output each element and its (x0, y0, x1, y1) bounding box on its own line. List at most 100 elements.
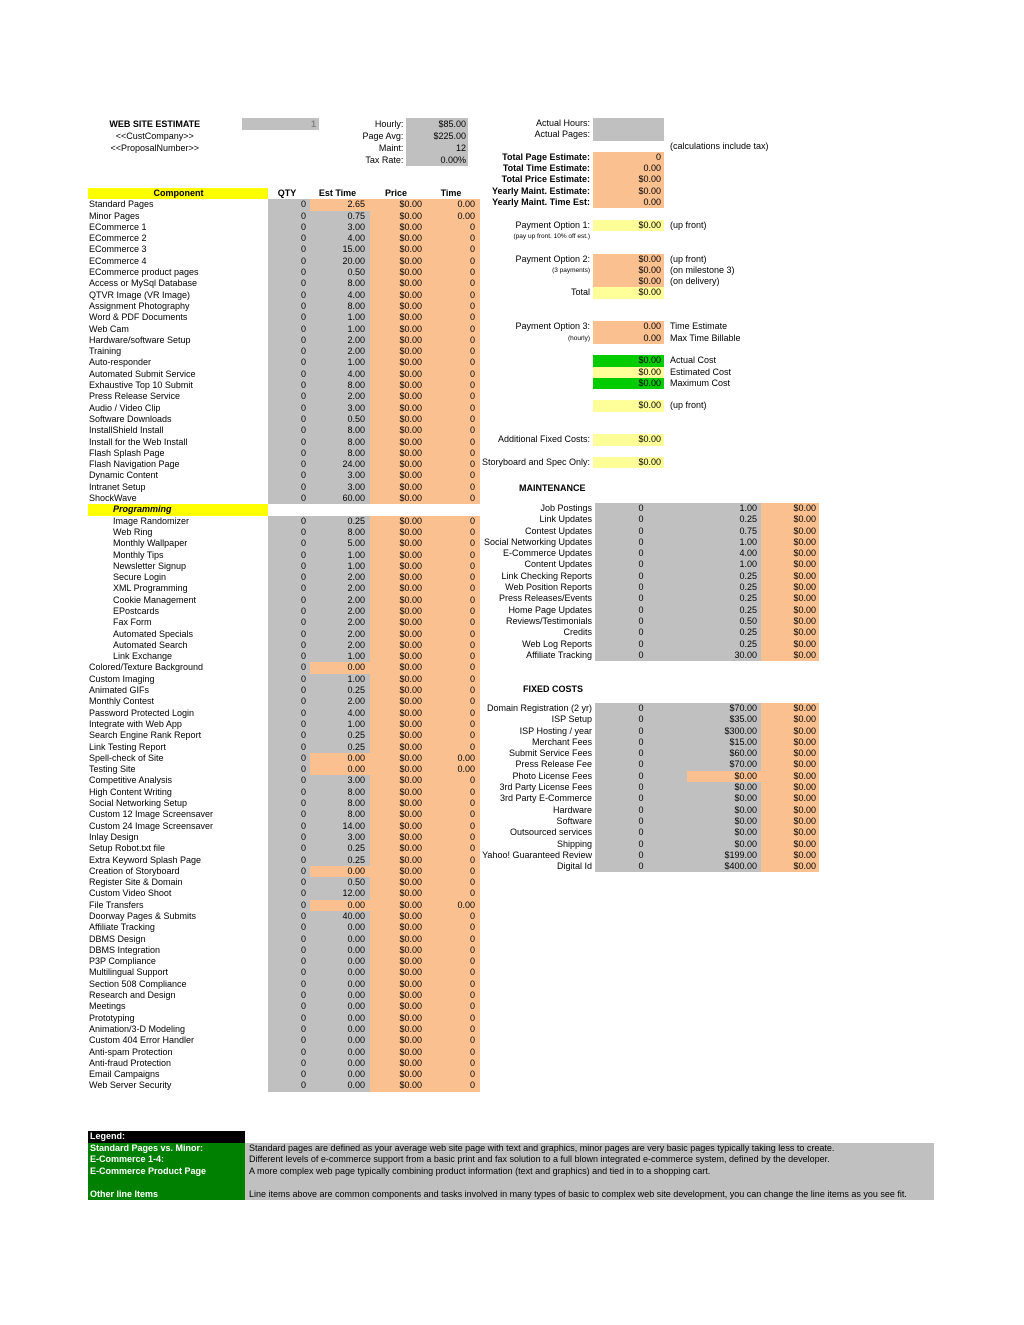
component-est-time[interactable]: 0.00 (310, 1001, 370, 1013)
component-est-time[interactable]: 1.00 (310, 357, 370, 369)
component-qty[interactable]: 0 (268, 707, 310, 719)
component-est-time[interactable]: 0.00 (310, 752, 370, 765)
component-qty[interactable]: 0 (268, 662, 310, 674)
component-qty[interactable]: 0 (268, 865, 310, 878)
component-est-time[interactable]: 24.00 (310, 459, 370, 471)
component-qty[interactable]: 0 (268, 854, 310, 866)
component-est-time[interactable]: 1.00 (310, 312, 370, 324)
maintenance-rate[interactable]: 30.00 (687, 649, 761, 662)
component-qty[interactable]: 0 (268, 933, 310, 945)
fixed-cost-qty[interactable]: 0 (595, 861, 687, 873)
component-qty[interactable]: 0 (268, 199, 310, 211)
fixed-cost-rate[interactable]: $60.00 (687, 748, 761, 760)
component-qty[interactable]: 0 (268, 515, 310, 527)
maintenance-qty[interactable]: 0 (595, 615, 687, 628)
component-est-time[interactable]: 0.50 (310, 413, 370, 426)
fixed-cost-rate[interactable]: $35.00 (687, 714, 761, 726)
component-qty[interactable]: 0 (268, 775, 310, 787)
component-est-time[interactable]: 3.00 (310, 221, 370, 234)
maintenance-qty[interactable]: 0 (595, 536, 687, 549)
component-qty[interactable]: 0 (268, 639, 310, 652)
component-est-time[interactable]: 8.00 (310, 300, 370, 313)
fixed-cost-rate[interactable]: $0.00 (687, 815, 761, 828)
component-est-time[interactable]: 60.00 (310, 493, 370, 505)
component-qty[interactable]: 0 (268, 718, 310, 731)
component-est-time[interactable]: 8.00 (310, 526, 370, 539)
component-est-time[interactable]: 0.00 (310, 922, 370, 934)
component-qty[interactable]: 0 (268, 470, 310, 482)
component-qty[interactable]: 0 (268, 651, 310, 663)
component-qty[interactable]: 0 (268, 1080, 310, 1092)
component-qty[interactable]: 0 (268, 685, 310, 697)
component-qty[interactable]: 0 (268, 1069, 310, 1081)
component-est-time[interactable]: 2.00 (310, 617, 370, 629)
fixed-cost-qty[interactable]: 0 (595, 827, 687, 839)
rate-value-hourly[interactable]: $85.00 (406, 118, 468, 130)
component-qty[interactable]: 0 (268, 831, 310, 844)
maintenance-qty[interactable]: 0 (595, 548, 687, 560)
component-qty[interactable]: 0 (268, 786, 310, 799)
maintenance-rate[interactable]: 0.25 (687, 514, 761, 526)
additional-fixed-costs-value[interactable]: $0.00 (593, 434, 664, 446)
component-est-time[interactable]: 0.00 (310, 1057, 370, 1070)
component-qty[interactable]: 0 (268, 1001, 310, 1013)
component-qty[interactable]: 0 (268, 594, 310, 606)
fixed-cost-qty[interactable]: 0 (595, 793, 687, 805)
fixed-cost-rate[interactable]: $0.00 (687, 804, 761, 816)
component-qty[interactable]: 0 (268, 978, 310, 991)
maintenance-qty[interactable]: 0 (595, 570, 687, 583)
component-qty[interactable]: 0 (268, 1035, 310, 1047)
maintenance-rate[interactable]: 0.25 (687, 604, 761, 616)
component-qty[interactable]: 0 (268, 346, 310, 358)
component-qty[interactable]: 0 (268, 267, 310, 279)
component-qty[interactable]: 0 (268, 764, 310, 776)
component-qty[interactable]: 0 (268, 798, 310, 810)
component-est-time[interactable]: 0.00 (310, 865, 370, 878)
component-est-time[interactable]: 5.00 (310, 538, 370, 550)
component-qty[interactable]: 0 (268, 481, 310, 494)
component-qty[interactable]: 0 (268, 956, 310, 968)
component-qty[interactable]: 0 (268, 447, 310, 460)
fixed-cost-rate[interactable]: $0.00 (687, 793, 761, 805)
component-qty[interactable]: 0 (268, 673, 310, 686)
component-qty[interactable]: 0 (268, 289, 310, 301)
rate-value-tax[interactable]: 0.00% (406, 154, 468, 166)
component-est-time[interactable]: 8.00 (310, 786, 370, 799)
fixed-cost-rate[interactable]: $70.00 (687, 759, 761, 771)
component-est-time[interactable]: 0.00 (310, 1080, 370, 1092)
component-est-time[interactable]: 3.00 (310, 831, 370, 844)
component-qty[interactable]: 0 (268, 549, 310, 561)
actual-pages-value[interactable] (593, 129, 664, 141)
component-qty[interactable]: 0 (268, 1012, 310, 1024)
component-qty[interactable]: 0 (268, 1046, 310, 1058)
component-qty[interactable]: 0 (268, 1023, 310, 1036)
component-qty[interactable]: 0 (268, 741, 310, 753)
component-est-time[interactable]: 2.00 (310, 605, 370, 618)
component-est-time[interactable]: 0.00 (310, 933, 370, 945)
component-qty[interactable]: 0 (268, 300, 310, 313)
component-est-time[interactable]: 0.00 (310, 1046, 370, 1058)
component-est-time[interactable]: 0.25 (310, 854, 370, 866)
component-qty[interactable]: 0 (268, 368, 310, 381)
fixed-cost-qty[interactable]: 0 (595, 815, 687, 828)
component-est-time[interactable]: 0.00 (310, 764, 370, 776)
component-qty[interactable]: 0 (268, 221, 310, 234)
component-est-time[interactable]: 0.75 (310, 210, 370, 222)
fixed-cost-rate[interactable]: $0.00 (687, 782, 761, 794)
maintenance-rate[interactable]: 1.00 (687, 559, 761, 571)
sheet-number-cell[interactable]: 1 (242, 118, 320, 130)
component-est-time[interactable]: 1.00 (310, 651, 370, 663)
component-est-time[interactable]: 2.65 (310, 199, 370, 211)
component-est-time[interactable]: 0.25 (310, 515, 370, 527)
component-est-time[interactable]: 4.00 (310, 368, 370, 381)
component-qty[interactable]: 0 (268, 459, 310, 471)
component-est-time[interactable]: 2.00 (310, 628, 370, 640)
fixed-cost-rate[interactable]: $15.00 (687, 736, 761, 749)
fixed-cost-qty[interactable]: 0 (595, 770, 687, 783)
component-qty[interactable]: 0 (268, 911, 310, 923)
component-est-time[interactable]: 3.00 (310, 481, 370, 494)
fixed-cost-rate[interactable]: $70.00 (687, 703, 761, 715)
component-est-time[interactable]: 3.00 (310, 402, 370, 414)
component-qty[interactable]: 0 (268, 888, 310, 900)
component-est-time[interactable]: 0.50 (310, 877, 370, 889)
